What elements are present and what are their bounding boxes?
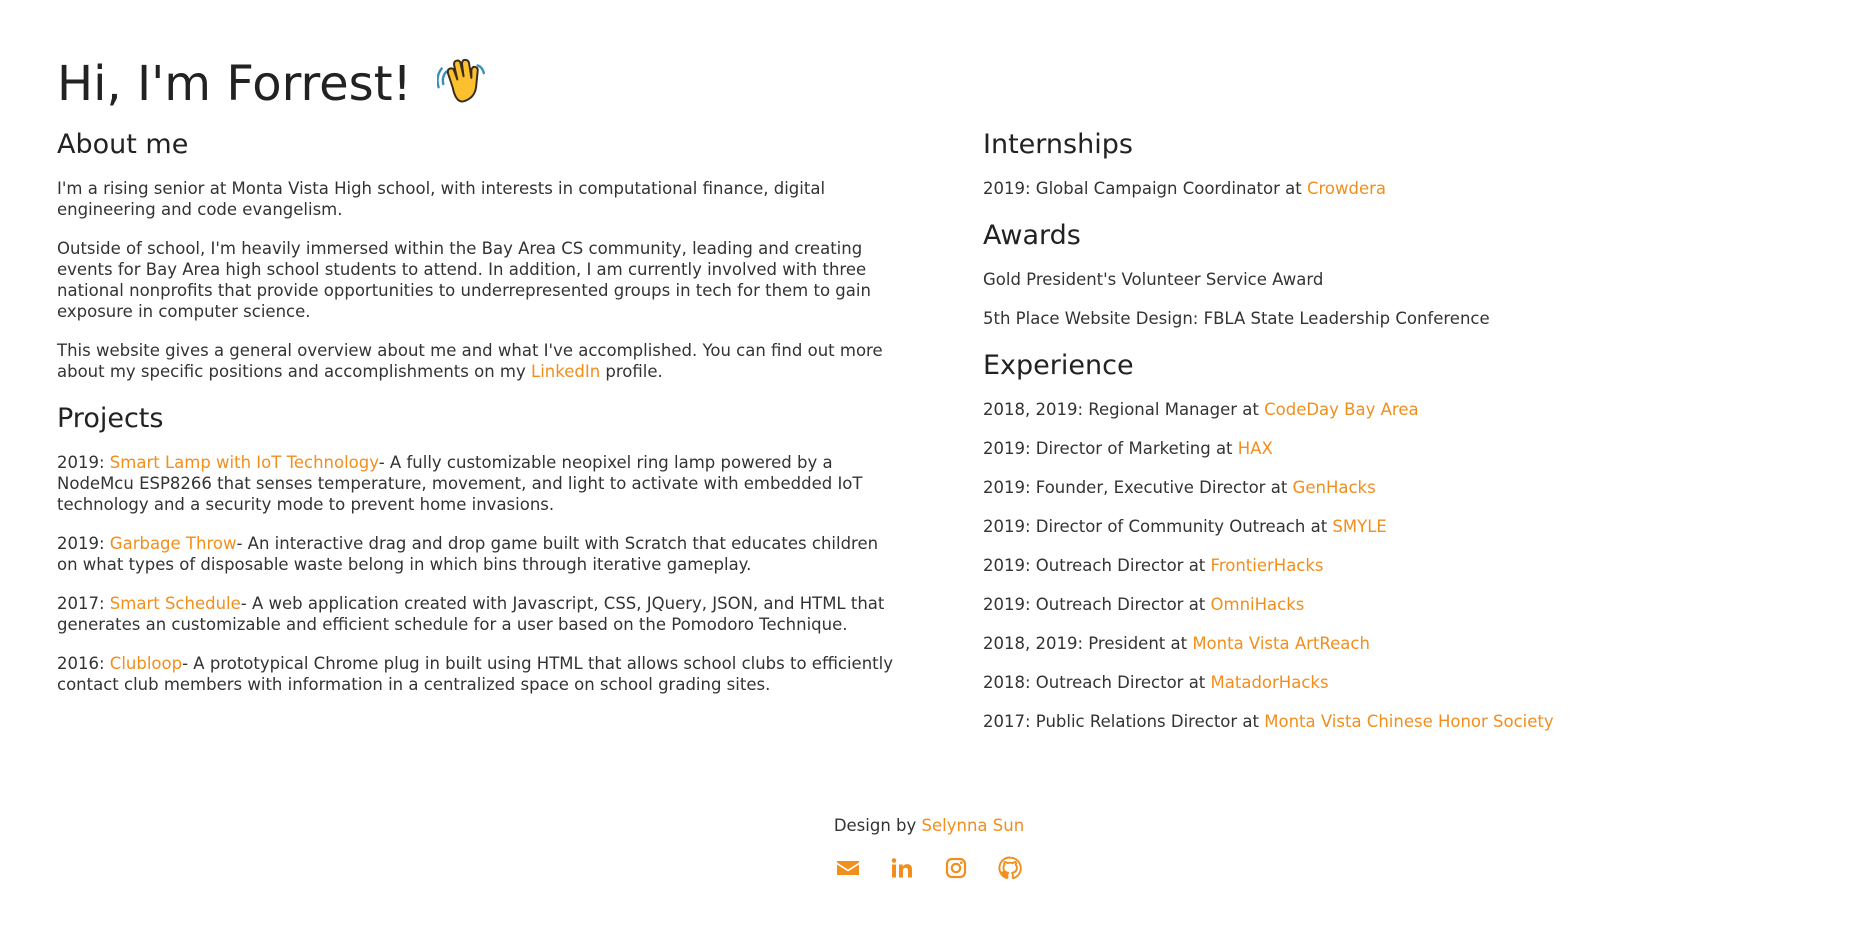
about-paragraph: Outside of school, I'm heavily immersed … <box>57 239 871 321</box>
org-link[interactable]: OmniHacks <box>1211 595 1305 614</box>
github-icon <box>998 856 1022 880</box>
experience-item: 2019: Outreach Director at FrontierHacks <box>983 555 1803 576</box>
internships-heading: Internships <box>983 129 1133 160</box>
award-item: Gold President's Volunteer Service Award <box>983 270 1324 289</box>
projects-section: Projects 2019: Smart Lamp with IoT Techn… <box>57 400 897 695</box>
envelope-icon <box>837 861 859 875</box>
github-link[interactable] <box>997 855 1023 881</box>
project-year: 2016: <box>57 654 110 673</box>
award-item: 5th Place Website Design: FBLA State Lea… <box>983 309 1490 328</box>
awards-heading: Awards <box>983 220 1081 251</box>
experience-text: 2017: Public Relations Director at <box>983 712 1265 731</box>
org-link[interactable]: MatadorHacks <box>1211 673 1329 692</box>
internships-section: Internships 2019: Global Campaign Coordi… <box>983 126 1803 199</box>
experience-text: 2019: Outreach Director at <box>983 556 1211 575</box>
internship-text: 2019: Global Campaign Coordinator at <box>983 179 1307 198</box>
projects-heading: Projects <box>57 403 164 434</box>
about-paragraph: I'm a rising senior at Monta Vista High … <box>57 179 826 219</box>
linkedin-icon <box>891 858 912 878</box>
org-link[interactable]: Crowdera <box>1307 179 1386 198</box>
org-link[interactable]: HAX <box>1238 439 1273 458</box>
about-paragraph: This website gives a general overview ab… <box>57 340 897 382</box>
experience-text: 2018, 2019: Regional Manager at <box>983 400 1265 419</box>
project-link[interactable]: Garbage Throw <box>110 534 237 553</box>
experience-item: 2019: Director of Marketing at HAX <box>983 438 1803 459</box>
experience-item: 2018, 2019: President at Monta Vista Art… <box>983 633 1803 654</box>
experience-item: 2017: Public Relations Director at Monta… <box>983 711 1803 732</box>
org-link[interactable]: CodeDay Bay Area <box>1264 400 1418 419</box>
about-text: profile. <box>600 362 663 381</box>
project-link[interactable]: Smart Schedule <box>110 594 241 613</box>
project-link[interactable]: Smart Lamp with IoT Technology <box>110 453 379 472</box>
about-section: About me I'm a rising senior at Monta Vi… <box>57 126 897 382</box>
org-link[interactable]: GenHacks <box>1293 478 1376 497</box>
project-year: 2017: <box>57 594 110 613</box>
left-column: About me I'm a rising senior at Monta Vi… <box>57 126 897 713</box>
designer-link[interactable]: Selynna Sun <box>922 816 1025 835</box>
project-item: 2019: Smart Lamp with IoT Technology- A … <box>57 452 897 515</box>
internship-item: 2019: Global Campaign Coordinator at Cro… <box>983 178 1803 199</box>
project-item: 2017: Smart Schedule- A web application … <box>57 593 897 635</box>
credit-prefix: Design by <box>833 816 922 835</box>
org-link[interactable]: Monta Vista Chinese Honor Society <box>1264 712 1553 731</box>
experience-item: 2019: Outreach Director at OmniHacks <box>983 594 1803 615</box>
experience-text: 2019: Outreach Director at <box>983 595 1211 614</box>
linkedin-link[interactable] <box>889 855 915 881</box>
footer-credit: Design by Selynna Sun <box>0 815 1858 837</box>
page-title: Hi, I'm Forrest! <box>57 50 487 118</box>
experience-text: 2019: Founder, Executive Director at <box>983 478 1293 497</box>
experience-text: 2019: Director of Marketing at <box>983 439 1238 458</box>
linkedin-link[interactable]: LinkedIn <box>531 362 600 381</box>
project-item: 2016: Clubloop- A prototypical Chrome pl… <box>57 653 897 695</box>
project-item: 2019: Garbage Throw- An interactive drag… <box>57 533 897 575</box>
experience-item: 2019: Director of Community Outreach at … <box>983 516 1803 537</box>
experience-text: 2018, 2019: President at <box>983 634 1193 653</box>
org-link[interactable]: Monta Vista ArtReach <box>1192 634 1370 653</box>
project-link[interactable]: Clubloop <box>110 654 182 673</box>
right-column: Internships 2019: Global Campaign Coordi… <box>983 126 1803 750</box>
awards-section: Awards Gold President's Volunteer Servic… <box>983 217 1803 329</box>
experience-item: 2019: Founder, Executive Director at Gen… <box>983 477 1803 498</box>
email-link[interactable] <box>835 855 861 881</box>
experience-text: 2019: Director of Community Outreach at <box>983 517 1333 536</box>
about-heading: About me <box>57 129 189 160</box>
experience-item: 2018: Outreach Director at MatadorHacks <box>983 672 1803 693</box>
project-year: 2019: <box>57 534 110 553</box>
project-description: - A prototypical Chrome plug in built us… <box>57 654 893 694</box>
experience-item: 2018, 2019: Regional Manager at CodeDay … <box>983 399 1803 420</box>
experience-heading: Experience <box>983 350 1134 381</box>
footer: Design by Selynna Sun <box>0 815 1858 881</box>
experience-text: 2018: Outreach Director at <box>983 673 1211 692</box>
experience-section: Experience 2018, 2019: Regional Manager … <box>983 347 1803 732</box>
instagram-link[interactable] <box>943 855 969 881</box>
org-link[interactable]: SMYLE <box>1332 517 1386 536</box>
waving-hand-icon <box>437 58 486 103</box>
project-year: 2019: <box>57 453 110 472</box>
org-link[interactable]: FrontierHacks <box>1211 556 1324 575</box>
instagram-icon <box>945 857 967 879</box>
social-links <box>0 855 1858 881</box>
page-title-text: Hi, I'm Forrest! <box>57 56 412 112</box>
about-text: This website gives a general overview ab… <box>57 341 883 381</box>
